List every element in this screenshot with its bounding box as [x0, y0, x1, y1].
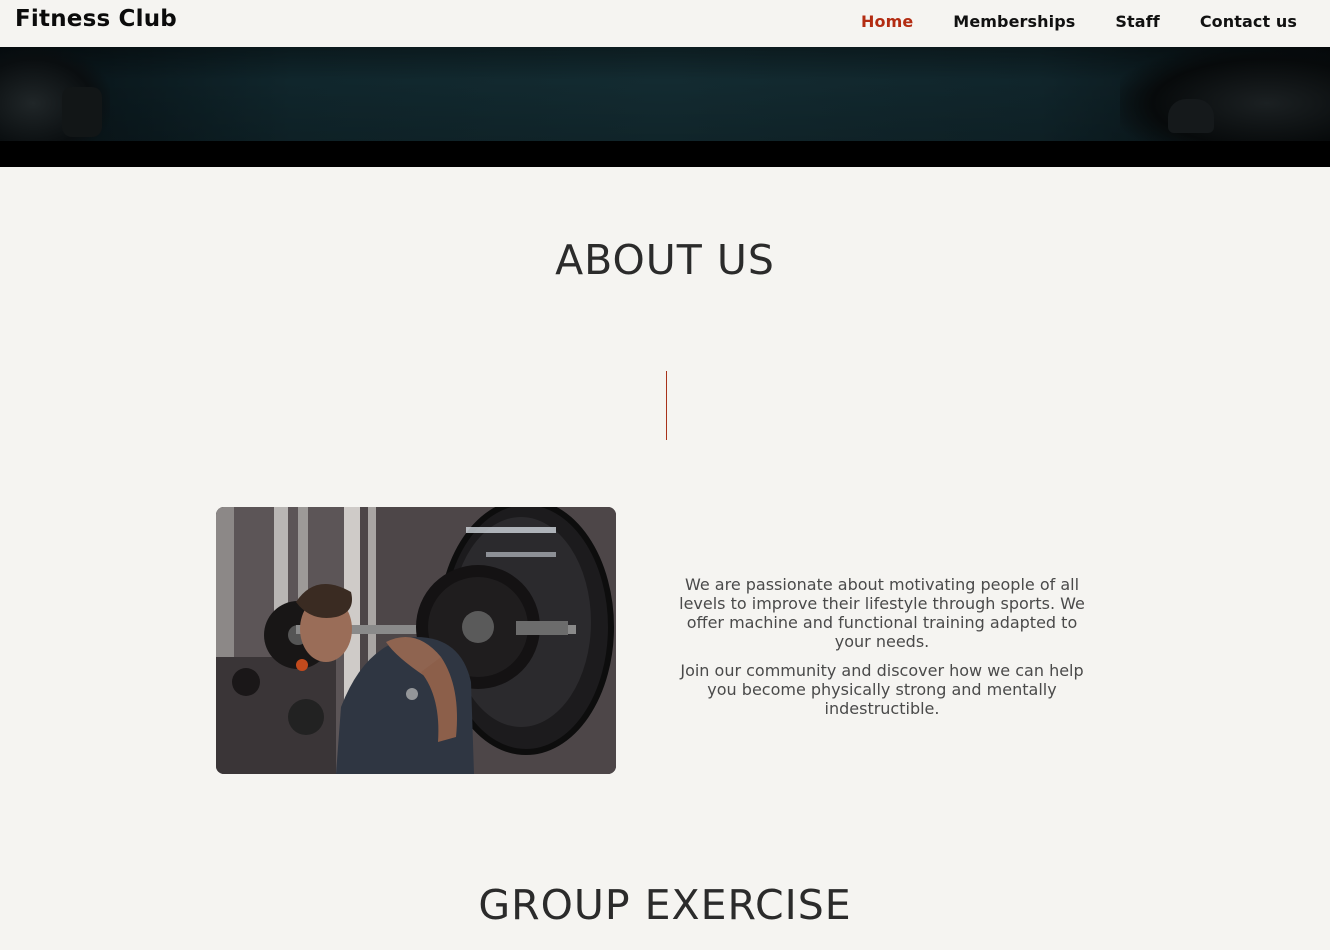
nav-contact[interactable]: Contact us [1200, 12, 1297, 31]
group-exercise-title: GROUP EXERCISE [478, 881, 852, 929]
gym-equipment-right [1120, 47, 1330, 141]
main-nav: Home Memberships Staff Contact us [861, 12, 1297, 31]
hero-image [0, 47, 1330, 141]
section-divider [666, 371, 667, 440]
nav-memberships[interactable]: Memberships [953, 12, 1075, 31]
about-paragraph: We are passionate about motivating peopl… [679, 575, 1085, 651]
site-logo[interactable]: Fitness Club [15, 6, 177, 32]
nav-staff[interactable]: Staff [1115, 12, 1159, 31]
hero-banner [0, 47, 1330, 167]
site-header: Fitness Club Home Memberships Staff Cont… [0, 0, 1330, 47]
gym-equipment-left [0, 47, 110, 141]
about-paragraph: Join our community and discover how we c… [680, 661, 1084, 718]
about-image [216, 507, 616, 774]
about-description: We are passionate about motivating peopl… [668, 575, 1096, 728]
about-title: ABOUT US [555, 236, 775, 284]
nav-home[interactable]: Home [861, 12, 913, 31]
